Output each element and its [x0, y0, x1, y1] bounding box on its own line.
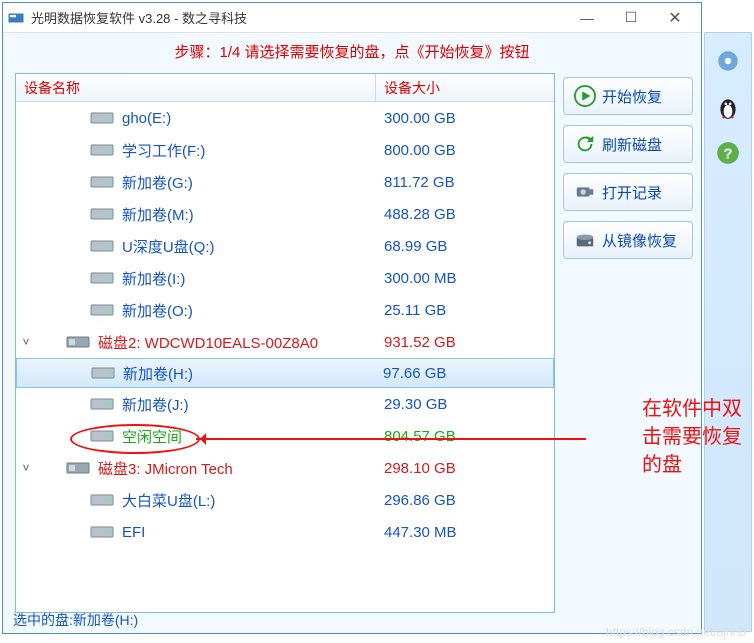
drive-icon: [90, 270, 114, 286]
penguin-icon[interactable]: [710, 89, 746, 125]
drive-icon: [90, 238, 114, 254]
row-size: 300.00 MB: [384, 270, 554, 287]
disk-icon: [66, 334, 90, 350]
row-size: 25.11 GB: [384, 302, 554, 319]
help-icon[interactable]: ?: [710, 135, 746, 171]
refresh-disk-button[interactable]: 刷新磁盘: [563, 125, 693, 163]
row-name: 新加卷(G:): [122, 172, 384, 193]
maximize-button[interactable]: ☐: [609, 4, 653, 32]
volume-row[interactable]: 新加卷(G:)811.72 GB: [16, 166, 554, 198]
volume-row[interactable]: 新加卷(I:)300.00 MB: [16, 262, 554, 294]
drive-icon: [90, 396, 114, 412]
drive-icon: [91, 365, 115, 381]
row-name: 空闲空间: [122, 426, 384, 447]
start-recovery-button[interactable]: 开始恢复: [563, 77, 693, 115]
row-name: EFI: [122, 524, 384, 541]
row-name: 大白菜U盘(L:): [122, 490, 384, 511]
disk-icon: [66, 460, 90, 476]
volume-row[interactable]: EFI447.30 MB: [16, 516, 554, 548]
volume-row[interactable]: gho(E:)300.00 GB: [16, 102, 554, 134]
expander[interactable]: ˅: [16, 335, 36, 349]
row-size: 97.66 GB: [383, 365, 553, 382]
column-size[interactable]: 设备大小: [376, 74, 554, 101]
table-header: 设备名称 设备大小: [16, 74, 554, 102]
app-window: 光明数据恢复软件 v3.28 - 数之寻科技 — ☐ ✕ 步骤：1/4 请选择需…: [2, 2, 702, 634]
drive-icon: [90, 428, 114, 444]
volume-row[interactable]: 学习工作(F:)800.00 GB: [16, 134, 554, 166]
volume-row[interactable]: 新加卷(H:)97.66 GB: [16, 358, 554, 388]
row-name: 新加卷(M:): [122, 204, 384, 225]
disk-row[interactable]: ˅ 磁盘2: WDCWD10EALS-00Z8A0931.52 GB: [16, 326, 554, 358]
row-size: 811.72 GB: [384, 174, 554, 191]
row-name: U深度U盘(Q:): [122, 236, 384, 257]
row-name: gho(E:): [122, 110, 384, 127]
volume-row[interactable]: 新加卷(O:)25.11 GB: [16, 294, 554, 326]
row-name: 新加卷(H:): [123, 363, 383, 384]
refresh-icon: [574, 133, 596, 155]
minimize-button[interactable]: —: [565, 4, 609, 32]
row-name: 学习工作(F:): [122, 140, 384, 161]
expander[interactable]: ˅: [16, 461, 36, 475]
row-name: 新加卷(I:): [122, 268, 384, 289]
row-size: 931.52 GB: [384, 334, 554, 351]
row-size: 447.30 MB: [384, 524, 554, 541]
annotation-text: 在软件中双击需要恢复的盘: [642, 395, 742, 479]
gear-icon[interactable]: [710, 43, 746, 79]
volume-row[interactable]: U深度U盘(Q:)68.99 GB: [16, 230, 554, 262]
titlebar: 光明数据恢复软件 v3.28 - 数之寻科技 — ☐ ✕: [3, 3, 701, 33]
side-buttons: 开始恢复 刷新磁盘 打开记录 从镜像恢复: [563, 77, 693, 269]
device-list-panel: 设备名称 设备大小 gho(E:)300.00 GB学习工作(F:)800.00…: [15, 73, 555, 613]
row-name: 磁盘3: JMicron Tech: [98, 458, 384, 479]
step-instruction: 步骤：1/4 请选择需要恢复的盘，点《开始恢复》按钮: [3, 33, 701, 68]
row-name: 新加卷(O:): [122, 300, 384, 321]
drive-icon: [90, 174, 114, 190]
drive-icon: [90, 524, 114, 540]
row-size: 300.00 GB: [384, 110, 554, 127]
row-size: 800.00 GB: [384, 142, 554, 159]
volume-row[interactable]: 空闲空间804.57 GB: [16, 420, 554, 452]
close-button[interactable]: ✕: [653, 4, 697, 32]
window-body: 步骤：1/4 请选择需要恢复的盘，点《开始恢复》按钮 设备名称 设备大小 gho…: [3, 33, 701, 633]
column-name[interactable]: 设备名称: [16, 74, 376, 101]
row-size: 68.99 GB: [384, 238, 554, 255]
drive-icon: [90, 206, 114, 222]
volume-row[interactable]: 大白菜U盘(L:)296.86 GB: [16, 484, 554, 516]
drive-icon: [90, 492, 114, 508]
window-title: 光明数据恢复软件 v3.28 - 数之寻科技: [31, 8, 565, 27]
row-size: 296.86 GB: [384, 492, 554, 509]
disk-image-icon: [574, 229, 596, 251]
volume-row[interactable]: 新加卷(M:)488.28 GB: [16, 198, 554, 230]
recover-from-image-button[interactable]: 从镜像恢复: [563, 221, 693, 259]
play-icon: [574, 85, 596, 107]
row-size: 804.57 GB: [384, 428, 554, 445]
statusbar: 选中的盘:新加卷(H:): [7, 607, 144, 633]
row-size: 29.30 GB: [384, 396, 554, 413]
row-size: 488.28 GB: [384, 206, 554, 223]
volume-row[interactable]: 新加卷(J:)29.30 GB: [16, 388, 554, 420]
drive-icon: [90, 142, 114, 158]
row-size: 298.10 GB: [384, 460, 554, 477]
drive-icon: [90, 302, 114, 318]
row-name: 磁盘2: WDCWD10EALS-00Z8A0: [98, 332, 384, 353]
camera-icon: [574, 181, 596, 203]
watermark: https://blog.csdn.net/ajhnb: [606, 625, 746, 639]
svg-text:?: ?: [723, 145, 732, 162]
row-name: 新加卷(J:): [122, 394, 384, 415]
app-icon: [7, 9, 25, 27]
drive-icon: [90, 110, 114, 126]
right-sidebar: ?: [704, 32, 752, 632]
rows-container: gho(E:)300.00 GB学习工作(F:)800.00 GB新加卷(G:)…: [16, 102, 554, 612]
disk-row[interactable]: ˅ 磁盘3: JMicron Tech298.10 GB: [16, 452, 554, 484]
open-log-button[interactable]: 打开记录: [563, 173, 693, 211]
